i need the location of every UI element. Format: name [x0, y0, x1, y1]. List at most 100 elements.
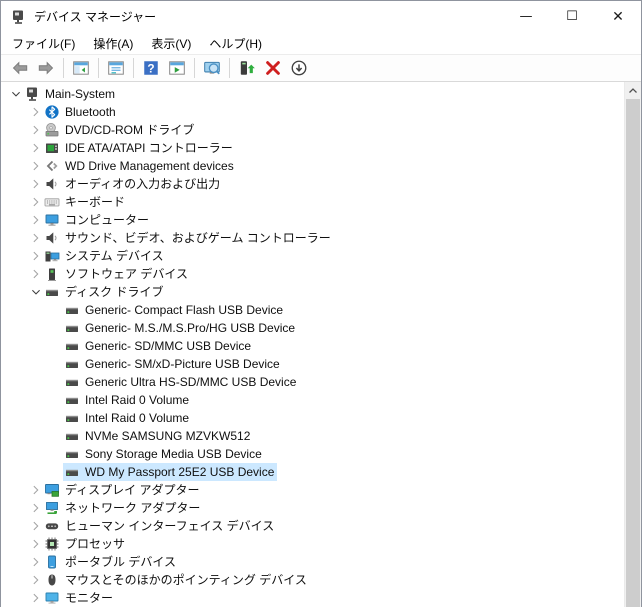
help-button[interactable]: ? — [139, 56, 163, 80]
tree-item-content[interactable]: システム デバイス — [43, 247, 167, 265]
tree-item[interactable]: キーボード — [1, 193, 624, 211]
chevron-right-icon[interactable] — [29, 140, 43, 156]
menu-item-view[interactable]: 表示(V) — [142, 32, 200, 55]
tree-item[interactable]: コンピューター — [1, 211, 624, 229]
tree-item-content[interactable]: ネットワーク アダプター — [43, 499, 203, 517]
tree-item[interactable]: サウンド、ビデオ、およびゲーム コントローラー — [1, 229, 624, 247]
chevron-right-icon[interactable] — [29, 122, 43, 138]
tree-item-content[interactable]: NVMe SAMSUNG MZVKW512 — [63, 427, 253, 445]
tree-item[interactable]: ネットワーク アダプター — [1, 499, 624, 517]
chevron-right-icon[interactable] — [29, 248, 43, 264]
tree-item-content-selected[interactable]: WD My Passport 25E2 USB Device — [63, 463, 278, 481]
tree-item-content[interactable]: Intel Raid 0 Volume — [63, 391, 192, 409]
network-adapter-icon — [44, 500, 60, 516]
tree-item-content[interactable]: Bluetooth — [43, 103, 119, 121]
tree-item-content[interactable]: ヒューマン インターフェイス デバイス — [43, 517, 277, 535]
tree-item-content[interactable]: ディスプレイ アダプター — [43, 481, 203, 499]
update-driver-button[interactable] — [235, 56, 259, 80]
scan-hardware-button[interactable] — [200, 56, 224, 80]
tree-item-content[interactable]: マウスとそのほかのポインティング デバイス — [43, 571, 310, 589]
tree-item[interactable]: オーディオの入力および出力 — [1, 175, 624, 193]
tree-item-content[interactable]: Main-System — [23, 85, 118, 103]
chevron-right-icon[interactable] — [29, 572, 43, 588]
chevron-right-icon[interactable] — [29, 212, 43, 228]
tree-item-content[interactable]: Sony Storage Media USB Device — [63, 445, 265, 463]
tree-item-content[interactable]: キーボード — [43, 193, 128, 211]
dvd-drive-icon — [44, 122, 60, 138]
tree-item[interactable]: Main-System — [1, 85, 624, 103]
chevron-right-icon[interactable] — [29, 482, 43, 498]
properties-button[interactable] — [104, 56, 128, 80]
tree-item[interactable]: ヒューマン インターフェイス デバイス — [1, 517, 624, 535]
forward-button[interactable] — [34, 56, 58, 80]
tree-item[interactable]: Generic Ultra HS-SD/MMC USB Device — [1, 373, 624, 391]
tree-item-content[interactable]: ソフトウェア デバイス — [43, 265, 191, 283]
close-button[interactable]: ✕ — [595, 1, 641, 32]
tree-item[interactable]: ディスク ドライブ — [1, 283, 624, 301]
tree-item[interactable]: Intel Raid 0 Volume — [1, 391, 624, 409]
tree-item-content[interactable]: Intel Raid 0 Volume — [63, 409, 192, 427]
scroll-up-button[interactable] — [625, 82, 641, 99]
tree-item[interactable]: ソフトウェア デバイス — [1, 265, 624, 283]
tree-item[interactable]: NVMe SAMSUNG MZVKW512 — [1, 427, 624, 445]
menu-item-help[interactable]: ヘルプ(H) — [200, 32, 271, 55]
tree-item-content[interactable]: Generic Ultra HS-SD/MMC USB Device — [63, 373, 299, 391]
tree-item-content[interactable]: Generic- Compact Flash USB Device — [63, 301, 286, 319]
tree-item[interactable]: WD Drive Management devices — [1, 157, 624, 175]
tree-item[interactable]: IDE ATA/ATAPI コントローラー — [1, 139, 624, 157]
scrollbar-thumb[interactable] — [626, 99, 640, 607]
tree-item-content[interactable]: Generic- SD/MMC USB Device — [63, 337, 254, 355]
chevron-right-icon[interactable] — [29, 104, 43, 120]
chevron-right-icon[interactable] — [29, 176, 43, 192]
chevron-right-icon[interactable] — [29, 554, 43, 570]
export-list-button[interactable] — [165, 56, 189, 80]
menu-item-file[interactable]: ファイル(F) — [3, 32, 84, 55]
vertical-scrollbar[interactable] — [624, 82, 641, 607]
tree-item-content[interactable]: IDE ATA/ATAPI コントローラー — [43, 139, 236, 157]
tree-item-content[interactable]: WD Drive Management devices — [43, 157, 237, 175]
tree-item-content[interactable]: オーディオの入力および出力 — [43, 175, 223, 193]
disable-device-button[interactable] — [287, 56, 311, 80]
back-button[interactable] — [8, 56, 32, 80]
tree-item[interactable]: Intel Raid 0 Volume — [1, 409, 624, 427]
tree-item[interactable]: WD My Passport 25E2 USB Device — [1, 463, 624, 481]
tree-item-content[interactable]: Generic- M.S./M.S.Pro/HG USB Device — [63, 319, 298, 337]
chevron-right-icon[interactable] — [29, 590, 43, 606]
tree-item-content[interactable]: Generic- SM/xD-Picture USB Device — [63, 355, 283, 373]
tree-item-content[interactable]: プロセッサ — [43, 535, 128, 553]
tree-item[interactable]: ディスプレイ アダプター — [1, 481, 624, 499]
tree-item[interactable]: モニター — [1, 589, 624, 607]
chevron-right-icon[interactable] — [29, 266, 43, 282]
console-tree-button[interactable] — [69, 56, 93, 80]
disk-drive-icon — [44, 284, 60, 300]
tree-item-content[interactable]: DVD/CD-ROM ドライブ — [43, 121, 197, 139]
tree-item[interactable]: DVD/CD-ROM ドライブ — [1, 121, 624, 139]
tree-item[interactable]: Generic- Compact Flash USB Device — [1, 301, 624, 319]
tree-item[interactable]: Generic- M.S./M.S.Pro/HG USB Device — [1, 319, 624, 337]
tree-item[interactable]: Generic- SM/xD-Picture USB Device — [1, 355, 624, 373]
tree-item[interactable]: システム デバイス — [1, 247, 624, 265]
tree-item-content[interactable]: ポータブル デバイス — [43, 553, 179, 571]
chevron-right-icon[interactable] — [29, 230, 43, 246]
maximize-button[interactable]: ☐ — [549, 1, 595, 32]
tree-item-content[interactable]: モニター — [43, 589, 116, 607]
tree-item[interactable]: Generic- SD/MMC USB Device — [1, 337, 624, 355]
chevron-right-icon[interactable] — [29, 518, 43, 534]
chevron-right-icon[interactable] — [29, 194, 43, 210]
tree-item[interactable]: ポータブル デバイス — [1, 553, 624, 571]
tree-item[interactable]: マウスとそのほかのポインティング デバイス — [1, 571, 624, 589]
tree-item[interactable]: Sony Storage Media USB Device — [1, 445, 624, 463]
tree-item-content[interactable]: コンピューター — [43, 211, 152, 229]
tree-item-content[interactable]: ディスク ドライブ — [43, 283, 167, 301]
uninstall-button[interactable] — [261, 56, 285, 80]
chevron-down-icon[interactable] — [9, 86, 23, 102]
tree-item[interactable]: プロセッサ — [1, 535, 624, 553]
tree-item-content[interactable]: サウンド、ビデオ、およびゲーム コントローラー — [43, 229, 334, 247]
chevron-down-icon[interactable] — [29, 284, 43, 300]
chevron-right-icon[interactable] — [29, 158, 43, 174]
minimize-button[interactable]: — — [503, 1, 549, 32]
tree-item[interactable]: Bluetooth — [1, 103, 624, 121]
menu-item-action[interactable]: 操作(A) — [84, 32, 142, 55]
chevron-right-icon[interactable] — [29, 500, 43, 516]
chevron-right-icon[interactable] — [29, 536, 43, 552]
